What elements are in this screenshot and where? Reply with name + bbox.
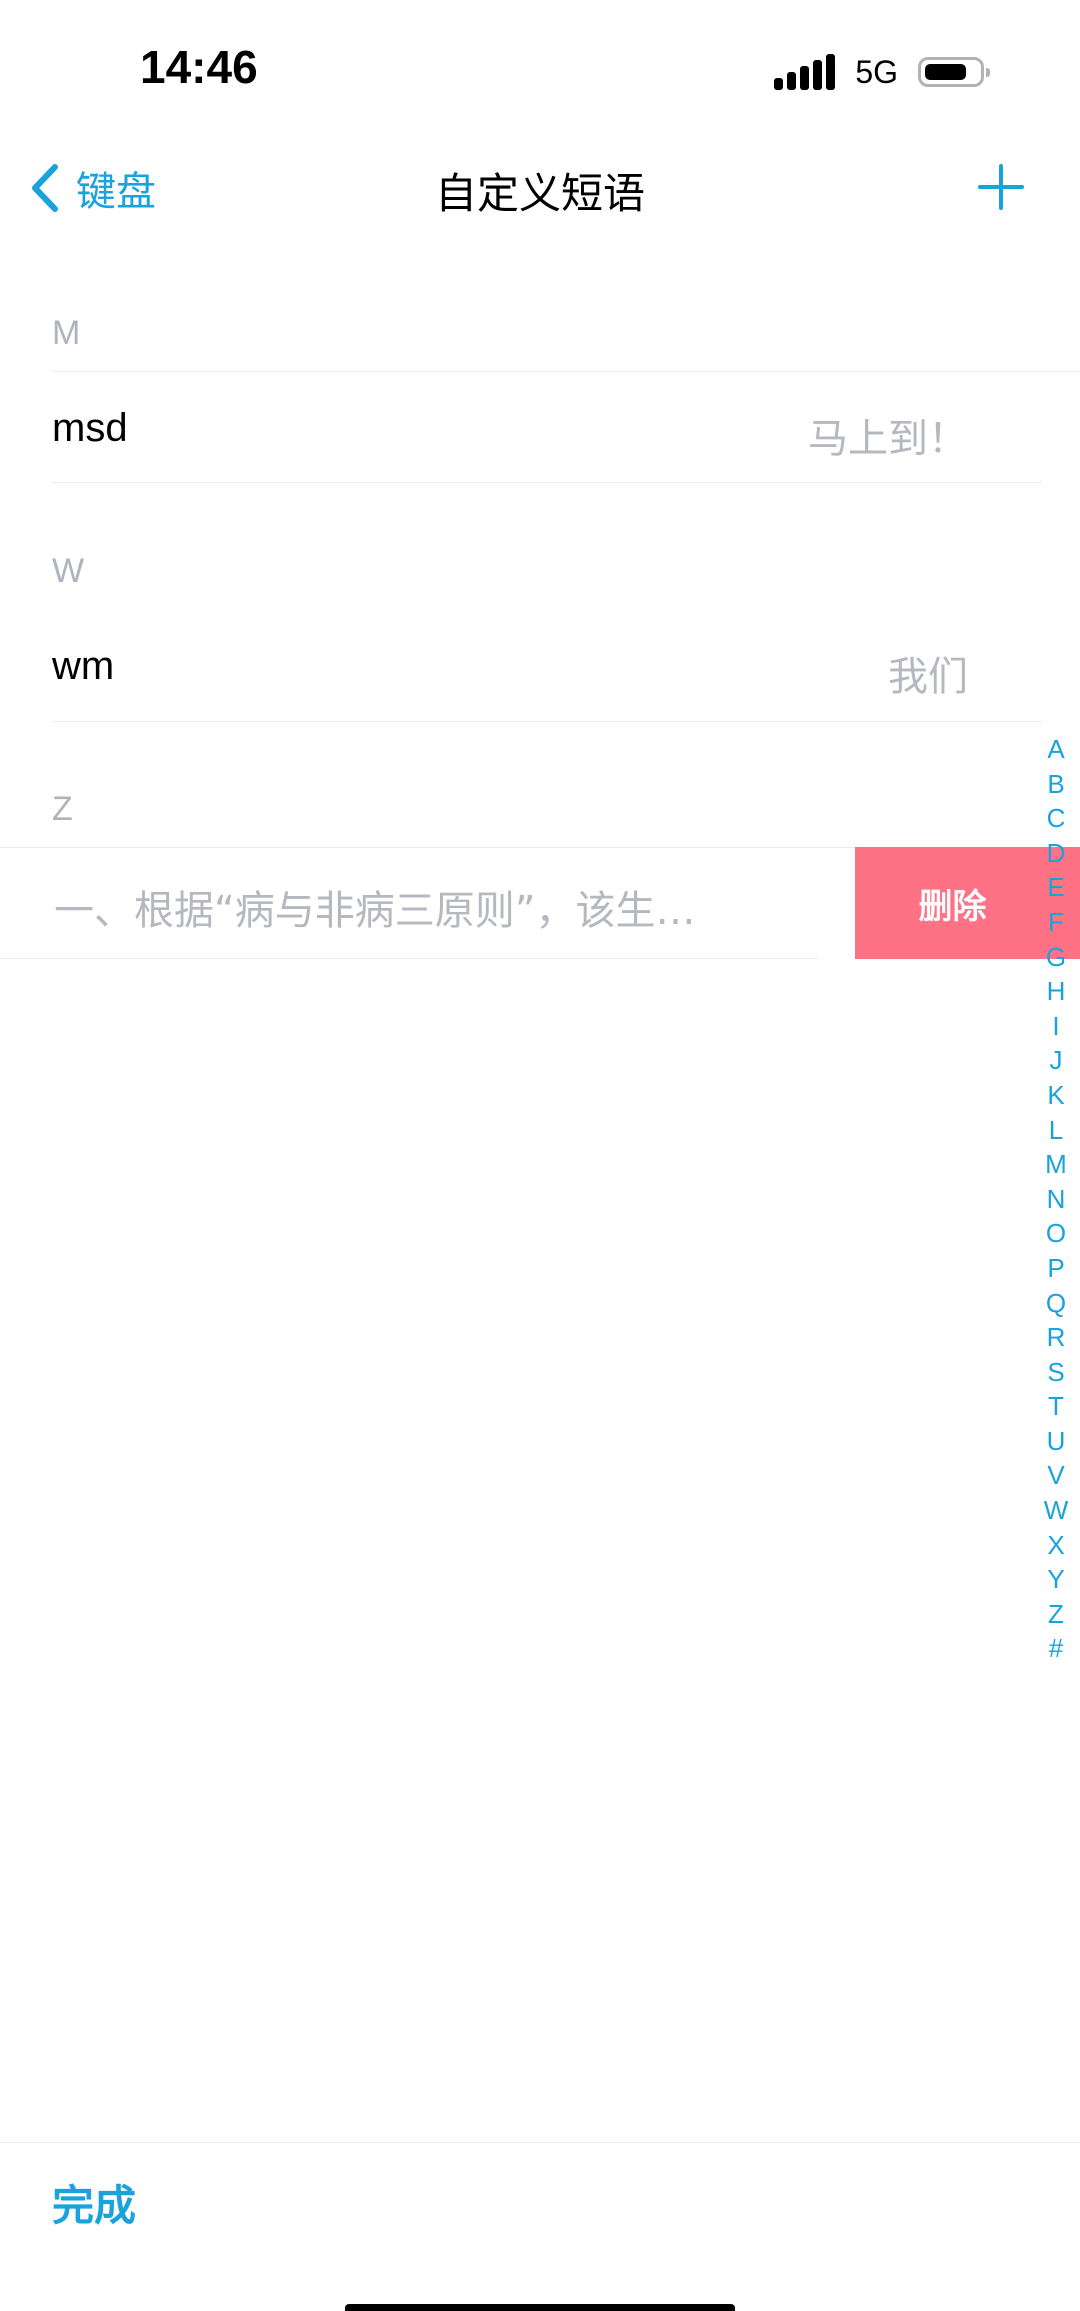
index-letter-p[interactable]: P bbox=[1047, 1251, 1064, 1286]
index-letter-a[interactable]: A bbox=[1047, 732, 1064, 767]
index-letter-e[interactable]: E bbox=[1047, 870, 1064, 905]
bottom-divider bbox=[0, 2142, 1080, 2143]
add-phrase-button[interactable] bbox=[978, 164, 1024, 210]
phrase-text: 马上到！ bbox=[808, 416, 968, 462]
index-letter-h[interactable]: H bbox=[1047, 974, 1066, 1009]
index-letter-v[interactable]: V bbox=[1047, 1458, 1064, 1493]
index-letter-k[interactable]: K bbox=[1047, 1078, 1064, 1113]
index-letter-t[interactable]: T bbox=[1048, 1389, 1064, 1424]
index-letter-f[interactable]: F bbox=[1048, 905, 1064, 940]
battery-icon bbox=[918, 57, 990, 87]
phrase-shortcut: msd bbox=[52, 406, 128, 450]
divider bbox=[52, 371, 1080, 372]
screen: 14:46 5G 键盘 自定义短语 M msd 马上到！ W wm 我们 Z 一… bbox=[0, 0, 1080, 2311]
divider bbox=[52, 482, 1042, 483]
index-letter-b[interactable]: B bbox=[1047, 767, 1064, 802]
section-header-m: M bbox=[52, 314, 81, 352]
index-letter-q[interactable]: Q bbox=[1046, 1286, 1066, 1321]
done-button[interactable]: 完成 bbox=[52, 2172, 136, 2233]
index-letter-y[interactable]: Y bbox=[1047, 1562, 1064, 1597]
index-letter-x[interactable]: X bbox=[1047, 1528, 1064, 1563]
index-letter-j[interactable]: J bbox=[1050, 1043, 1063, 1078]
network-type: 5G bbox=[855, 53, 898, 90]
index-letter-u[interactable]: U bbox=[1047, 1424, 1066, 1459]
index-letter-s[interactable]: S bbox=[1047, 1355, 1064, 1390]
section-header-z: Z bbox=[52, 790, 73, 828]
status-indicators: 5G bbox=[774, 52, 990, 92]
index-letter-o[interactable]: O bbox=[1046, 1216, 1066, 1251]
alphabet-index-bar[interactable]: A B C D E F G H I J K L M N O P Q R S T U V W X Y Z # bbox=[1042, 732, 1070, 1666]
phrase-shortcut: wm bbox=[52, 644, 115, 688]
index-letter-d[interactable]: D bbox=[1047, 836, 1066, 871]
index-letter-l[interactable]: L bbox=[1049, 1113, 1063, 1148]
index-letter-hash[interactable]: # bbox=[1049, 1631, 1063, 1666]
index-letter-z[interactable]: Z bbox=[1048, 1597, 1064, 1632]
signal-icon bbox=[774, 54, 836, 90]
status-time: 14:46 bbox=[140, 41, 258, 93]
divider bbox=[52, 721, 1042, 722]
divider bbox=[0, 958, 818, 959]
page-title: 自定义短语 bbox=[434, 169, 645, 218]
index-letter-i[interactable]: I bbox=[1052, 1009, 1059, 1044]
index-letter-m[interactable]: M bbox=[1045, 1147, 1067, 1182]
section-header-w: W bbox=[52, 552, 85, 590]
index-letter-r[interactable]: R bbox=[1047, 1320, 1066, 1355]
swiped-list-item[interactable]: 一、根据“病与非病三原则”，该生… bbox=[54, 878, 695, 936]
index-letter-c[interactable]: C bbox=[1047, 801, 1066, 836]
index-letter-n[interactable]: N bbox=[1047, 1182, 1066, 1217]
index-letter-w[interactable]: W bbox=[1044, 1493, 1069, 1528]
home-indicator bbox=[345, 2304, 735, 2311]
index-letter-g[interactable]: G bbox=[1046, 940, 1066, 975]
phrase-text: 我们 bbox=[888, 654, 968, 700]
